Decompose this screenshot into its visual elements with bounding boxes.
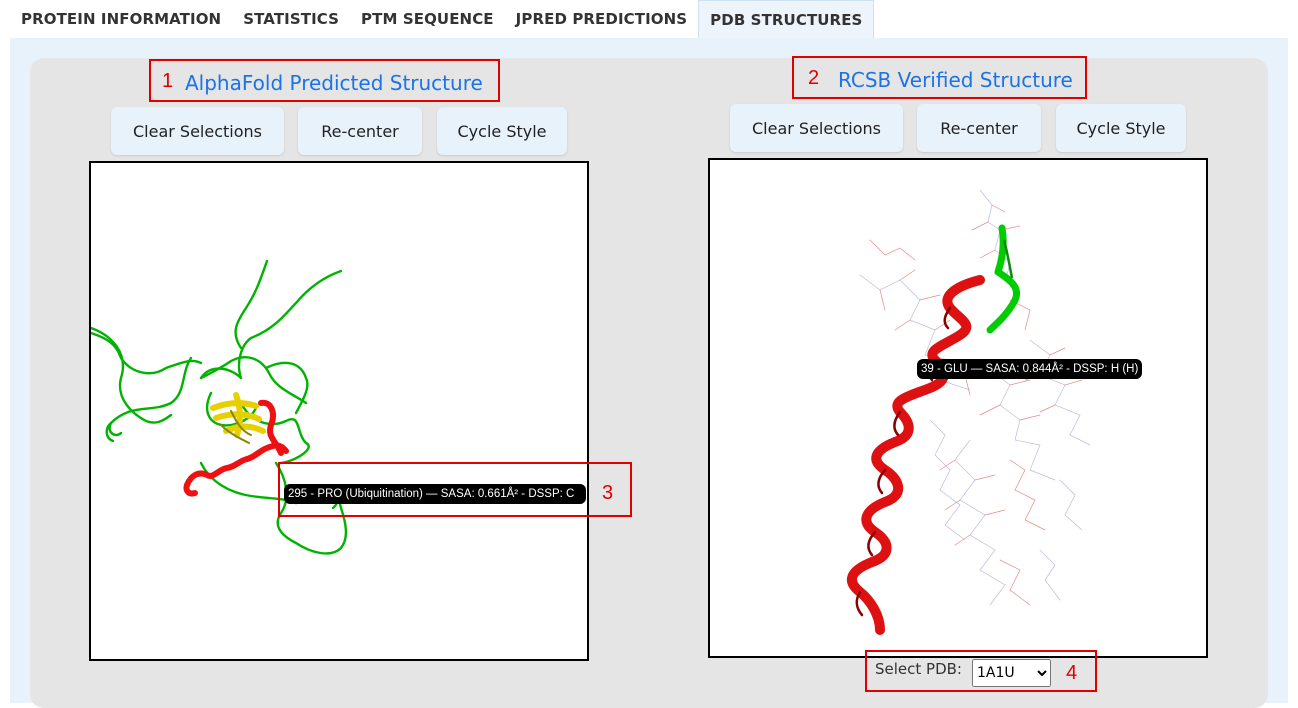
left-recenter-button[interactable]: Re-center — [298, 107, 422, 155]
annotation-box-3 — [278, 462, 632, 517]
tab-bar: PROTEIN INFORMATION STATISTICS PTM SEQUE… — [10, 0, 875, 38]
alphafold-structure-render — [91, 259, 348, 555]
left-cycle-style-button[interactable]: Cycle Style — [437, 107, 567, 155]
rcsb-structure-render — [847, 189, 1091, 635]
right-clear-selections-button[interactable]: Clear Selections — [730, 104, 903, 152]
tab-jpred-predictions[interactable]: JPRED PREDICTIONS — [505, 0, 699, 38]
select-pdb-label: Select PDB: — [875, 660, 962, 678]
pdb-select-row: Select PDB: — [875, 660, 962, 678]
annotation-number-4: 4 — [1066, 662, 1078, 684]
annotation-number-2: 2 — [808, 67, 820, 89]
alphafold-title: AlphaFold Predicted Structure — [185, 71, 483, 95]
annotation-number-1: 1 — [162, 70, 174, 92]
rcsb-structure-viewer[interactable] — [708, 158, 1208, 658]
right-cycle-style-button[interactable]: Cycle Style — [1056, 104, 1186, 152]
right-recenter-button[interactable]: Re-center — [917, 104, 1041, 152]
tab-statistics[interactable]: STATISTICS — [232, 0, 350, 38]
left-clear-selections-button[interactable]: Clear Selections — [111, 107, 284, 155]
rcsb-title: RCSB Verified Structure — [838, 68, 1073, 92]
pdb-select-dropdown[interactable]: 1A1U — [972, 659, 1051, 687]
tab-ptm-sequence[interactable]: PTM SEQUENCE — [350, 0, 505, 38]
annotation-number-3: 3 — [602, 482, 614, 504]
alphafold-structure-viewer[interactable] — [89, 161, 589, 661]
rcsb-residue-tooltip: 39 - GLU — SASA: 0.844Å² - DSSP: H (H) — [917, 359, 1143, 379]
tab-pdb-structures[interactable]: PDB STRUCTURES — [698, 0, 875, 38]
tab-protein-information[interactable]: PROTEIN INFORMATION — [10, 0, 232, 38]
